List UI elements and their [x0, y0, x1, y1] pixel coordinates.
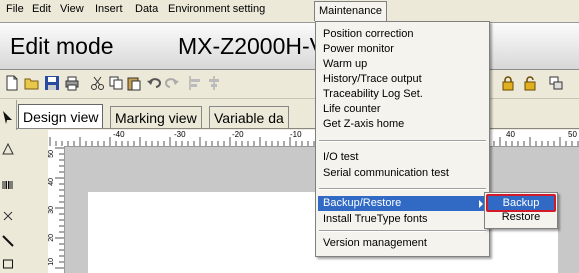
triangle-tool-icon[interactable] [2, 142, 14, 156]
menu-separator [319, 188, 486, 190]
h-ruler-label: -30 [174, 130, 186, 139]
redo-icon[interactable] [164, 75, 180, 91]
open-folder-icon[interactable] [24, 75, 40, 91]
menu-item-history-trace-output[interactable]: History/Trace output [318, 72, 487, 87]
unlock-icon[interactable] [522, 75, 538, 91]
tab-design-view[interactable]: Design view [18, 104, 104, 129]
menu-edit[interactable]: Edit [28, 0, 55, 20]
menu-data[interactable]: Data [131, 0, 162, 20]
toolbar [0, 70, 579, 99]
horizontal-ruler: -40 -30 -20 -10 40 50 [48, 130, 579, 147]
menu-item-life-counter[interactable]: Life counter [318, 102, 487, 117]
vertical-ruler: 50 40 30 20 10 [48, 146, 65, 273]
v-ruler-label: 40 [48, 178, 55, 186]
horizontal-ruler-ticks [49, 137, 579, 146]
rectangle-tool-icon[interactable] [2, 256, 14, 270]
new-file-icon[interactable] [4, 75, 20, 91]
menu-separator [319, 230, 486, 232]
h-ruler-label: 40 [506, 130, 515, 139]
ruler-corner [16, 130, 48, 273]
menu-item-version-management[interactable]: Version management [318, 236, 487, 251]
tab-marking-view[interactable]: Marking view [110, 106, 202, 129]
mode-label: Edit mode [10, 33, 114, 59]
menu-view[interactable]: View [56, 0, 88, 20]
v-ruler-label: 50 [48, 150, 55, 158]
menu-separator [319, 140, 486, 142]
menu-item-power-monitor[interactable]: Power monitor [318, 42, 487, 57]
menu-bar: File Edit View Insert Data Environment s… [0, 0, 579, 21]
copy-icon[interactable] [108, 75, 124, 91]
menu-item-warm-up[interactable]: Warm up [318, 57, 487, 72]
cross-tool-icon[interactable] [2, 208, 14, 222]
align-center-icon[interactable] [206, 75, 222, 91]
menu-maintenance[interactable]: Maintenance [314, 1, 387, 21]
submenu-arrow-icon [479, 200, 483, 208]
mode-title-bar: Edit mode MX-Z2000H-V [0, 22, 579, 70]
menu-item-get-z-axis-home[interactable]: Get Z-axis home [318, 117, 487, 132]
menu-file[interactable]: File [2, 0, 28, 20]
menu-item-backup-restore[interactable]: Backup/Restore [318, 196, 487, 211]
h-ruler-label: -20 [232, 130, 244, 139]
h-ruler-label: -40 [113, 130, 125, 139]
lock-icon[interactable] [500, 75, 516, 91]
menu-environment-setting[interactable]: Environment setting [164, 0, 269, 20]
submenu-item-restore[interactable]: Restore [487, 210, 555, 225]
align-left-icon[interactable] [188, 75, 204, 91]
menu-item-position-correction[interactable]: Position correction [318, 27, 487, 42]
tab-variable-data[interactable]: Variable da [209, 106, 289, 129]
maintenance-menu: Position correction Power monitor Warm u… [315, 21, 490, 257]
v-ruler-label: 20 [48, 234, 55, 242]
cut-icon[interactable] [90, 75, 106, 91]
print-icon[interactable] [64, 75, 80, 91]
menu-item-traceability-log-set[interactable]: Traceability Log Set. [318, 87, 487, 102]
v-ruler-label: 10 [48, 258, 55, 266]
menu-item-install-truetype-fonts[interactable]: Install TrueType fonts [318, 212, 487, 227]
save-icon[interactable] [44, 75, 60, 91]
h-ruler-label: 50 [568, 130, 577, 139]
menu-item-io-test[interactable]: I/O test [318, 150, 487, 165]
paste-icon[interactable] [126, 75, 142, 91]
menu-item-backup-restore-label: Backup/Restore [323, 197, 402, 209]
left-tool-panel [0, 100, 17, 273]
tab-divider [16, 128, 579, 129]
v-ruler-label: 30 [48, 206, 55, 214]
select-arrow-icon[interactable] [2, 110, 14, 124]
undo-icon[interactable] [146, 75, 162, 91]
backup-restore-submenu: Backup Restore [484, 192, 558, 229]
h-ruler-label: -10 [290, 130, 302, 139]
menu-item-serial-communication-test[interactable]: Serial communication test [318, 166, 487, 181]
menu-insert[interactable]: Insert [91, 0, 127, 20]
model-label: MX-Z2000H-V [178, 33, 325, 59]
group-icon[interactable] [548, 75, 564, 91]
barcode-tool-icon[interactable] [2, 178, 14, 192]
line-tool-icon[interactable] [2, 234, 14, 248]
